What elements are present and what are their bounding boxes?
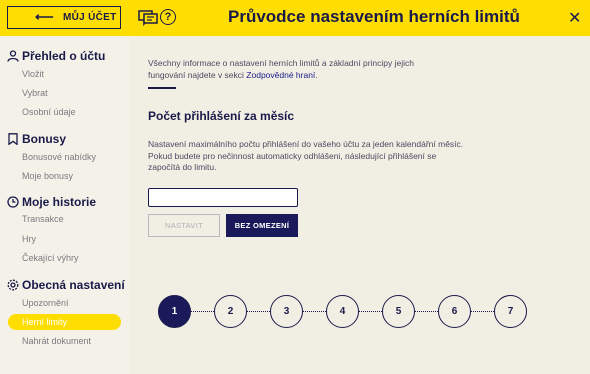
sidebar-section-settings: Obecná nastavení bbox=[22, 278, 125, 292]
step-3[interactable]: 3 bbox=[270, 295, 303, 328]
login-limit-input[interactable] bbox=[148, 188, 298, 207]
step-4[interactable]: 4 bbox=[326, 295, 359, 328]
top-bar: ⟵ MŮJ ÚČET ? Průvodce nastavením herních… bbox=[0, 0, 590, 36]
step-indicator: 1 2 3 4 5 6 7 bbox=[158, 295, 528, 329]
help-icon[interactable]: ? bbox=[160, 9, 176, 25]
sidebar-item-notifications[interactable]: Upozornění bbox=[22, 298, 69, 308]
chat-icon[interactable] bbox=[138, 9, 158, 27]
sidebar-section-history: Moje historie bbox=[22, 195, 97, 209]
sidebar-item-pending-wins[interactable]: Čekající výhry bbox=[22, 253, 79, 263]
sidebar-item-deposit[interactable]: Vložit bbox=[22, 69, 44, 79]
arrow-left-icon: ⟵ bbox=[35, 9, 54, 24]
responsible-gaming-link[interactable]: Zodpovědné hraní bbox=[246, 70, 315, 80]
page-title: Průvodce nastavením herních limitů bbox=[228, 7, 520, 26]
set-limit-button[interactable]: NASTAVIT bbox=[148, 214, 220, 237]
step-5[interactable]: 5 bbox=[382, 295, 415, 328]
bookmark-icon bbox=[8, 133, 18, 145]
section-title: Počet přihlášení za měsíc bbox=[148, 109, 295, 123]
step-7[interactable]: 7 bbox=[494, 295, 527, 328]
sidebar-item-game-limits[interactable]: Herní limity bbox=[22, 317, 67, 327]
no-limit-button[interactable]: BEZ OMEZENÍ bbox=[226, 214, 298, 237]
history-icon bbox=[7, 196, 19, 208]
sidebar-item-upload-document[interactable]: Nahrát dokument bbox=[22, 336, 91, 346]
sidebar-item-bonus-offers[interactable]: Bonusové nabídky bbox=[22, 152, 96, 162]
main-content: Všechny informace o nastavení herních li… bbox=[130, 36, 590, 374]
divider bbox=[148, 87, 176, 89]
settings-icon bbox=[7, 279, 19, 291]
sidebar: Přehled o účtu Vložit Vybrat Osobní údaj… bbox=[0, 36, 130, 374]
back-button-label: MŮJ ÚČET bbox=[63, 12, 117, 23]
sidebar-item-transactions[interactable]: Transakce bbox=[22, 214, 64, 224]
intro-text: Všechny informace o nastavení herních li… bbox=[148, 58, 414, 80]
section-description: Nastavení maximálního počtu přihlášení d… bbox=[148, 139, 464, 172]
sidebar-item-personal-info[interactable]: Osobní údaje bbox=[22, 107, 76, 117]
step-1[interactable]: 1 bbox=[158, 295, 191, 328]
close-icon[interactable]: ✕ bbox=[568, 8, 581, 28]
user-icon bbox=[7, 50, 19, 62]
back-to-account-button[interactable]: ⟵ MŮJ ÚČET bbox=[7, 6, 121, 29]
step-2[interactable]: 2 bbox=[214, 295, 247, 328]
sidebar-section-bonuses: Bonusy bbox=[22, 132, 67, 146]
sidebar-item-withdraw[interactable]: Vybrat bbox=[22, 88, 48, 98]
step-6[interactable]: 6 bbox=[438, 295, 471, 328]
sidebar-section-account: Přehled o účtu bbox=[22, 49, 106, 63]
sidebar-item-my-bonuses[interactable]: Moje bonusy bbox=[22, 171, 73, 181]
sidebar-item-games[interactable]: Hry bbox=[22, 234, 36, 244]
